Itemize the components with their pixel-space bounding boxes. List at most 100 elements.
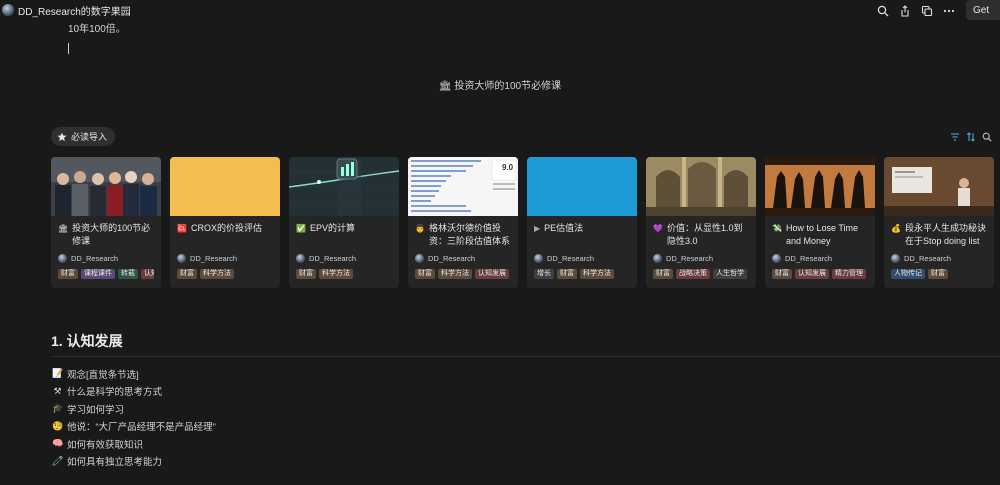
tag: 财富 <box>415 269 435 279</box>
section-title: 🏛 投资大师的100节必修课 <box>0 77 1000 92</box>
card-emoji: 🏛 <box>58 224 69 233</box>
tag: 科学方法 <box>580 269 614 279</box>
card-title: 段永平人生成功秘诀在于Stop doing list <box>904 223 986 246</box>
avatar <box>653 254 662 263</box>
avatar <box>177 254 186 263</box>
site-favicon <box>2 4 14 16</box>
more-icon[interactable] <box>938 2 960 20</box>
search-icon[interactable] <box>872 2 894 20</box>
card-cover-image <box>884 157 994 216</box>
site-title[interactable]: DD_Research的数字果园 <box>18 3 131 18</box>
gallery-card[interactable]: 💸 How to Lose Time and Money DD_Research … <box>765 157 875 288</box>
avatar <box>772 254 781 263</box>
card-title: How to Lose Time and Money <box>785 223 858 246</box>
avatar <box>296 254 305 263</box>
tag: 财富 <box>58 269 78 279</box>
card-emoji: 💸 <box>772 224 782 233</box>
gallery-card[interactable]: 🏛投资大师的100节必修课 DD_Research 财富 课程课件 转载 认知发… <box>51 157 161 288</box>
avatar <box>534 254 543 263</box>
card-cover-image <box>170 157 280 216</box>
card-author: DD_Research <box>904 254 952 263</box>
gallery-card[interactable]: 💰 段永平人生成功秘诀在于Stop doing list DD_Research … <box>884 157 994 288</box>
tag: 科学方法 <box>438 269 472 279</box>
tab-label: 必读导入 <box>71 132 108 142</box>
tag: 财富 <box>296 269 316 279</box>
tag: 认知发展 <box>795 269 829 279</box>
top-actions <box>872 2 960 20</box>
card-title: 投资大师的100节必修课 <box>72 223 151 246</box>
pin-icon: 🧷 <box>52 455 64 466</box>
card-emoji: ✅ <box>296 224 306 233</box>
card-cover-image <box>765 157 875 216</box>
card-title: EPV的计算 <box>309 223 355 233</box>
graduation-cap-icon: 🎓 <box>52 403 64 414</box>
tag: 科学方法 <box>200 269 234 279</box>
get-button[interactable]: Get <box>966 0 1000 20</box>
link-label: 观念[直觉条节选] <box>67 369 139 381</box>
card-title: 价值：从显性1.0到隐性3.0 <box>666 223 743 246</box>
memo-icon: 📝 <box>52 368 64 379</box>
gallery-card[interactable]: 🆑 CROX的价投评估 DD_Research 财富 科学方法 <box>170 157 280 288</box>
link-label: 他说：“大厂产品经理不是产品经理” <box>67 422 216 434</box>
card-emoji: 🆑 <box>177 224 187 233</box>
avatar <box>415 254 424 263</box>
card-title: PE估值法 <box>544 223 584 233</box>
card-author: DD_Research <box>190 254 238 263</box>
tag: 科学方法 <box>319 269 353 279</box>
section-title-text: 投资大师的100节必修课 <box>454 81 562 92</box>
card-cover-image <box>527 157 637 216</box>
gallery-card[interactable]: 9.0 👨 格林沃尔德价值投资：三阶段估值体系 DD_Research 财富 科学… <box>408 157 518 288</box>
list-item[interactable]: 🎓 学习如何学习 <box>52 400 216 418</box>
card-cover-image <box>646 157 756 216</box>
tools-icon: ⚒ <box>53 385 62 396</box>
list-item[interactable]: 🧷 如何具有独立思考能力 <box>52 453 216 471</box>
tag: 财富 <box>557 269 577 279</box>
card-emoji: 💜 <box>653 224 663 233</box>
filter-icon[interactable] <box>950 131 960 145</box>
tag: 增长 <box>534 269 554 279</box>
card-cover-image: 9.0 <box>408 157 518 216</box>
gallery-card[interactable]: ✅ EPV的计算 DD_Research 财富 科学方法 <box>289 157 399 288</box>
sort-icon[interactable] <box>966 131 976 145</box>
tag: 财富 <box>772 269 792 279</box>
building-icon: 🏛 <box>438 81 452 92</box>
card-emoji: 💰 <box>891 224 901 233</box>
tab-must-read[interactable]: 必读导入 <box>51 127 116 146</box>
monocle-face-icon: 🧐 <box>52 420 64 431</box>
page-link-list: 📝 观念[直觉条节选] ⚒ 什么是科学的思考方式 🎓 学习如何学习 🧐 他说：“大厂产品… <box>52 365 216 470</box>
avatar <box>891 254 900 263</box>
link-label: 如何具有独立思考能力 <box>67 457 163 469</box>
duplicate-icon[interactable] <box>916 2 938 20</box>
view-tools <box>950 131 992 145</box>
tag: 战略决策 <box>676 269 710 279</box>
top-bar: DD_Research的数字果园 Get <box>0 0 1000 20</box>
tag: 财富 <box>928 269 948 279</box>
gallery-card[interactable]: ▶ PE估值法 DD_Research 增长 财富 科学方法 <box>527 157 637 288</box>
card-author: DD_Research <box>71 254 119 263</box>
list-item[interactable]: 🧐 他说：“大厂产品经理不是产品经理” <box>52 418 216 436</box>
card-cover-image <box>51 157 161 216</box>
brain-icon: 🧠 <box>52 438 64 449</box>
list-item[interactable]: 📝 观念[直觉条节选] <box>52 365 216 383</box>
divider <box>51 356 1000 357</box>
tag: 人物传记 <box>891 269 925 279</box>
link-label: 什么是科学的思考方式 <box>67 387 163 399</box>
tag: 转载 <box>118 269 138 279</box>
card-cover-image <box>289 157 399 216</box>
tag: 精力管理 <box>832 269 866 279</box>
avatar <box>58 254 67 263</box>
card-author: DD_Research <box>785 254 833 263</box>
list-item[interactable]: 🧠 如何有效获取知识 <box>52 435 216 453</box>
heading-cognitive-development: 1. 认知发展 <box>51 333 123 349</box>
gallery-card[interactable]: 💜 价值：从显性1.0到隐性3.0 DD_Research 财富 战略决策 人生哲… <box>646 157 756 288</box>
card-author: DD_Research <box>547 254 595 263</box>
search-icon[interactable] <box>982 131 992 145</box>
link-label: 学习如何学习 <box>67 404 125 416</box>
card-emoji: 👨 <box>415 224 425 233</box>
link-label: 如何有效获取知识 <box>67 439 144 451</box>
card-author: DD_Research <box>428 254 476 263</box>
share-icon[interactable] <box>894 2 916 20</box>
tag: 课程课件 <box>81 269 115 279</box>
tag: 财富 <box>653 269 673 279</box>
list-item[interactable]: ⚒ 什么是科学的思考方式 <box>52 383 216 401</box>
